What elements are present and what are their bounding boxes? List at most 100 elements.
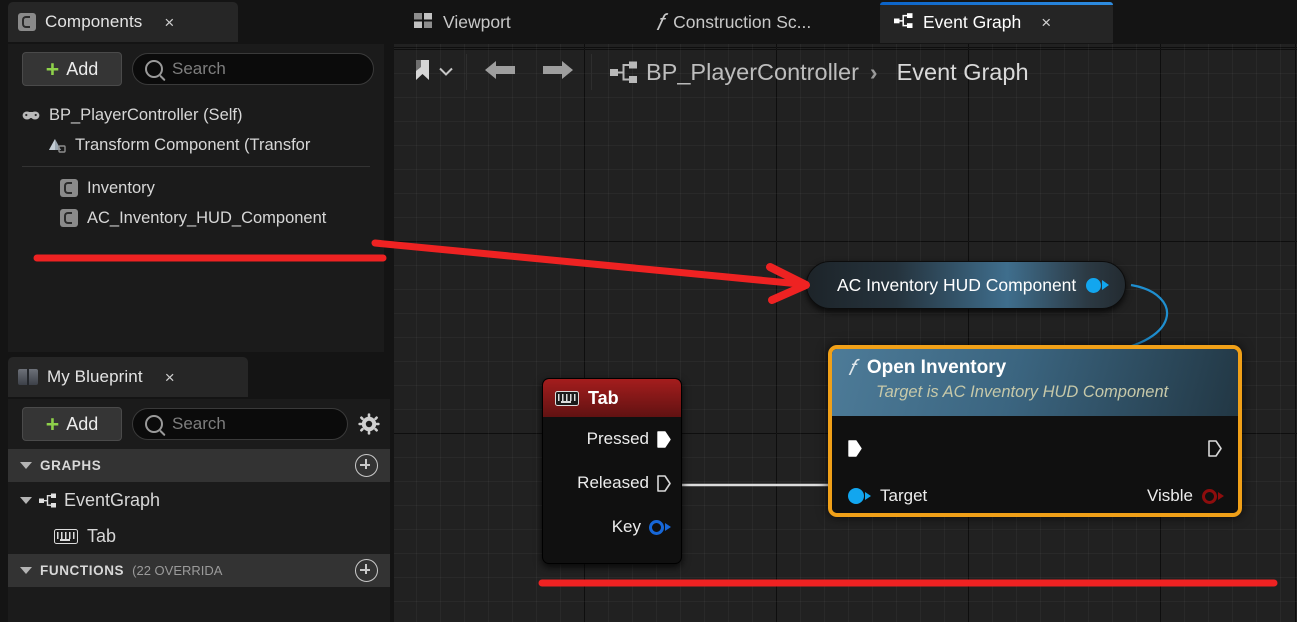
item-tab-event[interactable]: Tab [8, 518, 390, 554]
exec-output-pin[interactable] [1208, 440, 1222, 457]
forward-button[interactable] [529, 52, 587, 92]
pin-label: Pressed [586, 429, 649, 448]
section-functions-label: FUNCTIONS [40, 563, 125, 578]
item-event-graph-label: EventGraph [64, 489, 161, 510]
viewport-icon [414, 12, 433, 33]
toolbar-divider [591, 54, 592, 90]
event-graph-canvas[interactable]: AC Inventory HUD Component Tab Pressed R… [394, 44, 1297, 622]
search-icon [145, 60, 163, 78]
breadcrumb-root[interactable]: BP_PlayerController [646, 59, 859, 86]
node-ac-inventory-hud-component[interactable]: AC Inventory HUD Component [806, 261, 1126, 309]
my-blueprint-search-placeholder: Search [172, 414, 226, 433]
components-tree: BP_PlayerController (Self) Transform Com… [8, 94, 384, 352]
section-functions[interactable]: FUNCTIONS (22 OVERRIDA [8, 554, 390, 587]
function-italic-icon: 𝑓 [848, 355, 855, 380]
my-blueprint-tabstrip: My Blueprint × [0, 355, 392, 399]
components-add-label: Add [66, 58, 99, 79]
pin-arrow-icon [1218, 492, 1224, 500]
exec-output-pin[interactable] [657, 474, 671, 492]
caret-down-icon [20, 462, 32, 469]
close-icon[interactable]: × [1041, 13, 1051, 33]
section-functions-sub: (22 OVERRIDA [132, 563, 223, 578]
pin-row-key[interactable]: Key [543, 505, 681, 549]
event-graph-icon [894, 12, 913, 33]
item-event-graph[interactable]: EventGraph [8, 482, 390, 518]
breadcrumb-separator: › [869, 58, 878, 85]
object-input-pin[interactable] [848, 488, 864, 504]
function-node-body: Target Visble [832, 416, 1238, 513]
boolean-output-pin[interactable] [1202, 488, 1217, 504]
components-panel-body: + Add Search BP_PlayerController (Self) [8, 44, 384, 352]
pin-arrow-icon [865, 492, 871, 500]
components-tabstrip: Components × [0, 0, 392, 44]
arrow-right-icon [541, 58, 575, 87]
gear-icon[interactable] [358, 413, 380, 435]
components-search-input[interactable]: Search [132, 53, 374, 85]
components-add-button[interactable]: + Add [22, 52, 122, 86]
tree-item-inventory[interactable]: Inventory [8, 173, 384, 203]
tab-construction-script-label: Construction Sc... [673, 12, 812, 32]
pin-row-exec-in[interactable] [848, 440, 862, 457]
tab-construction-script[interactable]: 𝑓 Construction Sc... [642, 2, 877, 43]
tab-my-blueprint[interactable]: My Blueprint × [8, 357, 248, 397]
tab-my-blueprint-label: My Blueprint [47, 367, 143, 386]
back-button[interactable] [471, 52, 529, 92]
graph-wires [682, 283, 1169, 510]
tree-item-label: Inventory [87, 178, 155, 197]
item-tab-label: Tab [87, 525, 117, 546]
tree-item-self[interactable]: BP_PlayerController (Self) [8, 100, 384, 130]
breadcrumb-current[interactable]: Event Graph [897, 59, 1029, 86]
function-node-subtitle: Target is AC Inventory HUD Component [876, 383, 1169, 401]
section-graphs[interactable]: GRAPHS [8, 449, 390, 482]
node-open-inventory[interactable]: 𝑓 Open Inventory Target is AC Inventory … [828, 345, 1242, 517]
pin-arrow-icon [1102, 280, 1109, 290]
section-graphs-label: GRAPHS [40, 458, 102, 473]
component-icon [60, 209, 78, 227]
graph-tabstrip: Viewport 𝑓 Construction Sc... Event Grap… [392, 0, 1297, 44]
components-toolbar: + Add Search [8, 44, 384, 94]
tab-components[interactable]: Components × [8, 2, 238, 42]
tab-event-graph-label: Event Graph [923, 12, 1022, 32]
toolbar-divider [466, 54, 467, 90]
pin-label: Visble [1147, 486, 1193, 505]
pin-label: Target [880, 486, 928, 505]
exec-output-pin[interactable] [657, 430, 671, 448]
close-icon[interactable]: × [165, 369, 175, 386]
tree-item-ac-inventory-hud-component[interactable]: AC_Inventory_HUD_Component [8, 203, 384, 233]
pin-label: Key [611, 517, 641, 536]
pin-row-released[interactable]: Released [543, 461, 681, 505]
add-function-button[interactable] [355, 559, 378, 582]
bookmark-button[interactable] [404, 52, 462, 92]
pin-row-pressed[interactable]: Pressed [543, 417, 681, 461]
tab-viewport[interactable]: Viewport [400, 2, 560, 43]
pin-arrow-icon [665, 523, 671, 531]
add-graph-button[interactable] [355, 454, 378, 477]
tab-node-header: Tab [543, 379, 681, 417]
pin-row-exec-out[interactable] [1208, 440, 1222, 457]
exec-input-pin[interactable] [848, 440, 862, 457]
tree-item-transform[interactable]: Transform Component (Transfor [8, 130, 384, 160]
breadcrumb-graph-icon [610, 61, 638, 83]
caret-down-icon [20, 567, 32, 574]
function-italic-icon: 𝑓 [656, 9, 664, 35]
variable-node-title: AC Inventory HUD Component [837, 274, 1077, 295]
keyboard-icon [555, 390, 579, 406]
object-output-pin[interactable] [1086, 277, 1101, 293]
pin-row-visble[interactable]: Visble [1147, 486, 1224, 506]
close-icon[interactable]: × [164, 14, 174, 31]
pin-row-target[interactable]: Target [848, 486, 927, 506]
bookmark-icon [413, 58, 433, 87]
struct-output-pin[interactable] [649, 519, 664, 535]
breadcrumb: BP_PlayerController › Event Graph [394, 44, 1297, 100]
tree-item-label: BP_PlayerController (Self) [49, 105, 243, 124]
my-blueprint-panel-body: + Add Search GRAPHS EventGraph Tab FUNCT… [8, 399, 390, 622]
search-icon [145, 415, 163, 433]
book-icon [18, 369, 38, 385]
function-node-title-row: 𝑓 Open Inventory [848, 355, 1238, 381]
tab-event-graph[interactable]: Event Graph × [880, 2, 1113, 43]
transform-icon [48, 138, 66, 153]
component-icon [18, 13, 36, 31]
my-blueprint-search-input[interactable]: Search [132, 408, 348, 440]
node-tab-event[interactable]: Tab Pressed Released Key [542, 378, 682, 564]
my-blueprint-add-button[interactable]: + Add [22, 407, 122, 441]
